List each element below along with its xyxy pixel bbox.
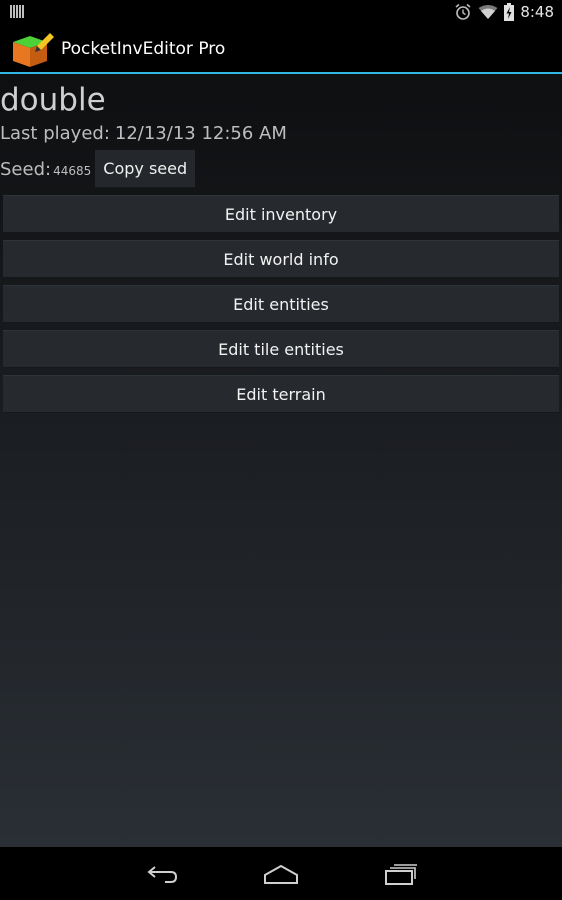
last-played-label: Last played: [0,123,110,144]
home-button[interactable] [258,861,304,887]
last-played-value: 12/13/13 12:56 AM [114,123,287,144]
recent-apps-button[interactable] [378,861,424,887]
wifi-icon [478,5,498,19]
back-button[interactable] [140,861,184,887]
world-name: double [0,82,106,118]
seed-value: 44685 [53,164,92,178]
edit-terrain-button[interactable]: Edit terrain [3,375,559,413]
edit-entities-button[interactable]: Edit entities [3,285,559,323]
app-icon[interactable] [10,32,56,68]
alarm-icon [455,3,471,20]
status-time: 8:48 [520,3,554,21]
status-bar: 8:48 [0,0,562,24]
edit-world-info-button[interactable]: Edit world info [3,240,559,278]
action-bar: PocketInvEditor Pro [0,24,562,74]
seed-row: Seed: 44685 Copy seed [0,150,196,188]
status-icons: 8:48 [454,2,554,22]
back-icon [147,866,178,883]
last-played: Last played: 12/13/13 12:56 AM [0,123,287,144]
edit-inventory-button[interactable]: Edit inventory [3,195,559,233]
app-title: PocketInvEditor Pro [61,39,226,59]
copy-seed-button[interactable]: Copy seed [95,150,196,188]
battery-icon [504,3,515,21]
edit-tile-entities-button[interactable]: Edit tile entities [3,330,559,368]
notification-icon [10,5,24,18]
home-icon [264,864,298,884]
main-content: double Last played: 12/13/13 12:56 AM See… [0,74,562,847]
navigation-bar [0,847,562,900]
seed-label: Seed: [0,158,52,180]
recent-apps-icon [385,864,417,885]
action-button-list: Edit inventory Edit world info Edit enti… [3,195,559,420]
